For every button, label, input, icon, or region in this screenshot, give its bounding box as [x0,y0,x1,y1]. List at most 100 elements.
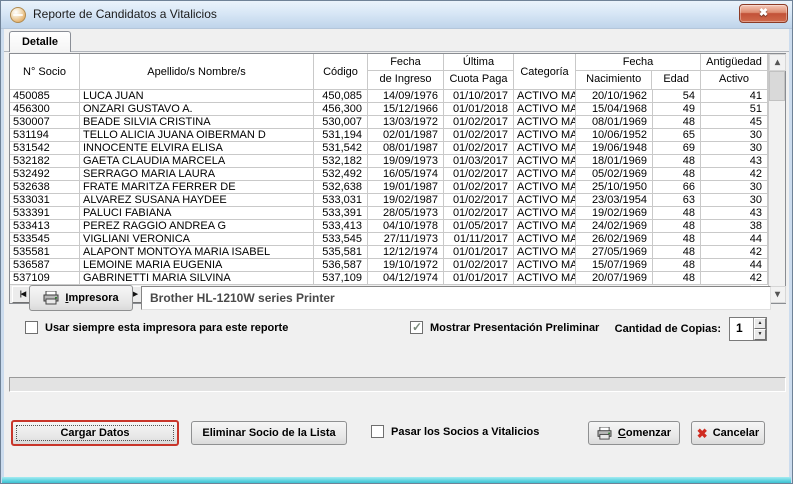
cell: 08/01/1969 [576,116,653,129]
cell: 48 [653,116,701,129]
checkbox-label: Pasar los Socios a Vitalicios [391,426,539,438]
cell: PALUCI FABIANA [80,207,314,220]
cell: 531,542 [314,142,368,155]
close-button[interactable]: ✖ [739,4,788,23]
table-row[interactable]: 533391PALUCI FABIANA533,39128/05/197301/… [10,207,768,220]
table-row[interactable]: 532638FRATE MARITZA FERRER DE532,63819/0… [10,181,768,194]
cell: 533,545 [314,233,368,246]
cell: 01/02/2017 [444,181,514,194]
table-row[interactable]: 533545VIGLIANI VERONICA533,54527/11/1973… [10,233,768,246]
printer-button[interactable]: Impresora [29,285,133,311]
checkbox-box[interactable] [25,321,38,334]
cell: 01/01/2017 [444,272,514,285]
cell: 01/02/2017 [444,259,514,272]
cell: 537109 [10,272,80,285]
cell: 01/02/2017 [444,207,514,220]
cell: 536,587 [314,259,368,272]
printer-name-field: Brother HL-1210W series Printer [141,286,771,310]
eliminar-socio-button[interactable]: Eliminar Socio de la Lista [191,421,347,445]
column-header-cuota: Última Cuota Paga [444,54,514,89]
cell: 42 [701,168,768,181]
use-always-printer-checkbox[interactable]: Usar siempre esta impresora para este re… [25,321,288,334]
table-row[interactable]: 533413PEREZ RAGGIO ANDREA G533,41304/10/… [10,220,768,233]
cell: 532,492 [314,168,368,181]
cell: 532,638 [314,181,368,194]
scroll-up-icon[interactable]: ▴ [769,54,786,71]
cell: 15/07/1969 [576,259,653,272]
cell: 27/11/1973 [368,233,444,246]
comenzar-button[interactable]: Comenzar [588,421,680,445]
table-row[interactable]: 456300ONZARI GUSTAVO A.456,30015/12/1966… [10,103,768,116]
cell: LUCA JUAN [80,90,314,103]
vertical-scrollbar[interactable]: ▴ ▾ [768,54,785,303]
table-row[interactable]: 450085LUCA JUAN450,08514/09/197601/10/20… [10,90,768,103]
scroll-down-icon[interactable]: ▾ [769,286,786,303]
column-header-nacimiento: Nacimiento [576,71,652,89]
checkbox-box[interactable] [410,321,423,334]
show-preview-checkbox[interactable]: Mostrar Presentación Preliminar [410,321,599,334]
copies-spinner[interactable]: 1 ▲ ▼ [729,317,767,341]
tab-detalle[interactable]: Detalle [9,31,71,52]
table-row[interactable]: 535581ALAPONT MONTOYA MARIA ISABEL535,58… [10,246,768,259]
vertical-scroll-track[interactable] [769,101,785,286]
cell: 16/05/1974 [368,168,444,181]
cell: 69 [653,142,701,155]
cell: 08/01/1987 [368,142,444,155]
cell: 533545 [10,233,80,246]
grid-header: N° Socio Apellido/s Nombre/s Código Fech… [10,54,768,90]
cell: 25/10/1950 [576,181,653,194]
cell: 51 [701,103,768,116]
table-row[interactable]: 530007BEADE SILVIA CRISTINA530,00713/03/… [10,116,768,129]
table-row[interactable]: 533031ALVAREZ SUSANA HAYDEE533,03119/02/… [10,194,768,207]
table-row[interactable]: 532492SERRAGO MARIA LAURA532,49216/05/19… [10,168,768,181]
cell: 536587 [10,259,80,272]
cell: ALVAREZ SUSANA HAYDEE [80,194,314,207]
cargar-datos-button[interactable]: Cargar Datos [11,420,179,446]
table-row[interactable]: 531542INNOCENTE ELVIRA ELISA531,54208/01… [10,142,768,155]
table-row[interactable]: 532182GAETA CLAUDIA MARCELA532,18219/09/… [10,155,768,168]
column-header-fecha-group: Fecha Nacimiento Edad [576,54,701,89]
cell: 533413 [10,220,80,233]
cell: ACTIVO MA [514,246,576,259]
spin-up-icon[interactable]: ▲ [754,318,766,329]
cell: 530007 [10,116,80,129]
cell: 530,007 [314,116,368,129]
cell: 66 [653,181,701,194]
printer-icon [597,427,612,440]
cell: 537,109 [314,272,368,285]
cell: ACTIVO MA [514,220,576,233]
app-icon [10,7,26,23]
tab-separator [4,51,789,52]
table-row[interactable]: 531194TELLO ALICIA JUANA OIBERMAN D531,1… [10,129,768,142]
cell: ACTIVO MA [514,116,576,129]
table-row[interactable]: 537109GABRINETTI MARIA SILVINA537,10904/… [10,272,768,285]
cell: 24/02/1969 [576,220,653,233]
cell: 01/02/2017 [444,194,514,207]
cell: 48 [653,207,701,220]
cell: 19/01/1987 [368,181,444,194]
dialog-window: Reporte de Candidatos a Vitalicios ✖ Det… [0,0,793,484]
cell: 12/12/1974 [368,246,444,259]
column-header-label: Fecha [576,54,700,71]
table-row[interactable]: 536587LEMOINE MARIA EUGENIA536,58719/10/… [10,259,768,272]
copies-input[interactable]: 1 [730,318,753,340]
column-header-label: Última [444,54,513,71]
button-label: Comenzar [618,427,671,439]
candidates-grid: N° Socio Apellido/s Nombre/s Código Fech… [9,53,786,304]
column-header-nombre: Apellido/s Nombre/s [80,54,314,89]
cell: 01/02/2017 [444,142,514,155]
cancelar-button[interactable]: ✖ Cancelar [691,421,765,445]
cell: GAETA CLAUDIA MARCELA [80,155,314,168]
cell: 63 [653,194,701,207]
cell: 48 [653,220,701,233]
pasar-socios-checkbox[interactable]: Pasar los Socios a Vitalicios [371,425,539,438]
cell: 54 [653,90,701,103]
cell: 48 [653,233,701,246]
cell: 531542 [10,142,80,155]
cell: ACTIVO MA [514,155,576,168]
printer-icon [43,291,59,305]
cell: 532638 [10,181,80,194]
vertical-scroll-thumb[interactable] [769,71,785,101]
checkbox-box[interactable] [371,425,384,438]
spin-down-icon[interactable]: ▼ [754,329,766,340]
